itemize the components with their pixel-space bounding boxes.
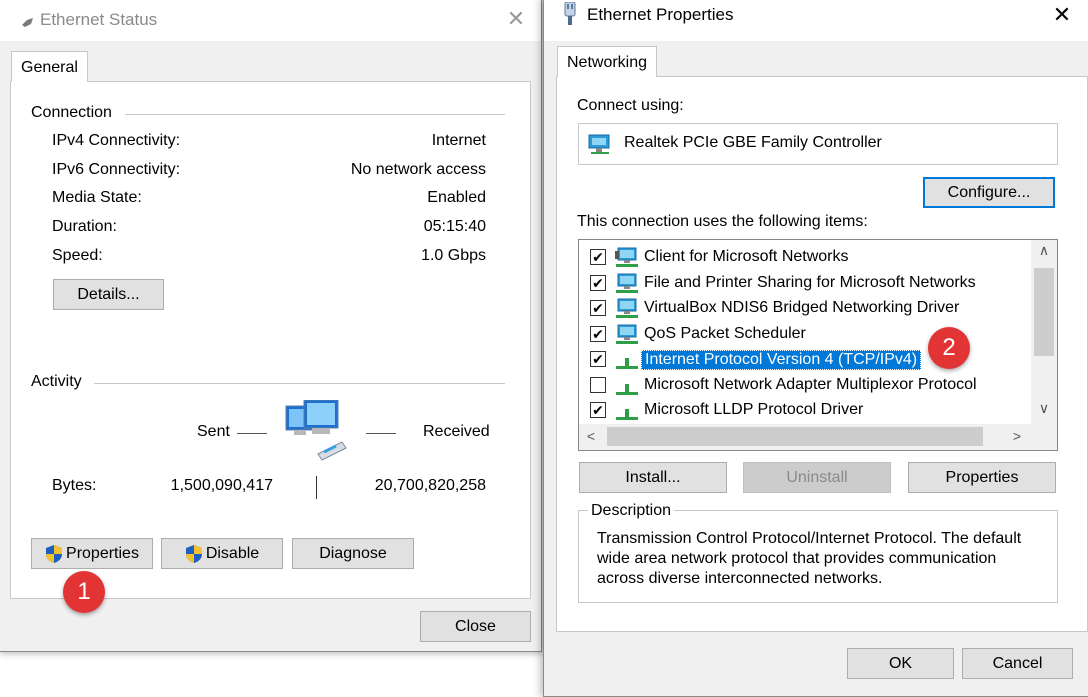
install-button[interactable]: Install...: [579, 462, 727, 493]
cancel-button[interactable]: Cancel: [962, 648, 1073, 679]
item-checkbox[interactable]: ✔: [590, 351, 606, 367]
scroll-thumb[interactable]: [1034, 268, 1054, 356]
item-label: Microsoft LLDP Protocol Driver: [644, 401, 864, 418]
network-service-icon: [616, 324, 638, 344]
description-heading: Description: [588, 502, 675, 520]
window-title: Ethernet Status: [40, 10, 158, 29]
divider: [125, 114, 505, 115]
networking-panel: Connect using: Realtek PCIe GBE Family C…: [556, 76, 1088, 632]
connection-row-label: IPv6 Connectivity:: [52, 160, 181, 178]
connection-row-label: Media State:: [52, 189, 142, 207]
horizontal-scrollbar[interactable]: < >: [579, 424, 1031, 450]
bytes-separator: [316, 476, 317, 499]
adapter-box: Realtek PCIe GBE Family Controller: [578, 123, 1058, 165]
ethernet-properties-window: Ethernet Properties ✕ Networking Connect…: [543, 0, 1088, 697]
properties-button-label: Properties: [66, 544, 139, 562]
list-item[interactable]: ✔ File and Printer Sharing for Microsoft …: [579, 271, 1031, 296]
list-item[interactable]: ✔ Client for Microsoft Networks: [579, 245, 1031, 270]
divider: [94, 383, 505, 384]
protocol-icon: [616, 409, 638, 420]
item-checkbox[interactable]: ✔: [590, 274, 606, 291]
configure-button[interactable]: Configure...: [923, 177, 1055, 208]
title-bar: Ethernet Status ✕: [0, 0, 541, 41]
connection-row-label: Speed:: [52, 246, 103, 264]
title-bar: Ethernet Properties ✕: [544, 0, 1088, 41]
bytes-label: Bytes:: [52, 477, 97, 494]
ethernet-plug-icon: [564, 2, 576, 25]
item-checkbox[interactable]: ✔: [590, 300, 606, 316]
scroll-left-arrow[interactable]: <: [583, 428, 599, 444]
divider: [237, 433, 267, 434]
protocol-icon: [616, 358, 638, 369]
item-label: QoS Packet Scheduler: [644, 324, 806, 342]
bytes-received-value: 20,700,820,258: [374, 477, 486, 494]
network-service-icon: [616, 273, 638, 293]
list-item[interactable]: ✔ VirtualBox NDIS6 Bridged Networking Dri…: [579, 296, 1031, 321]
received-label: Received: [423, 423, 490, 440]
scroll-thumb[interactable]: [607, 427, 983, 446]
items-list[interactable]: ✔ Client for Microsoft Networks ✔ File and …: [578, 239, 1058, 451]
network-computers-icon: [285, 400, 347, 461]
scroll-up-arrow[interactable]: ∧: [1031, 242, 1057, 259]
uninstall-button: Uninstall: [743, 462, 891, 493]
adapter-name: Realtek PCIe GBE Family Controller: [624, 134, 882, 151]
connection-heading: Connection: [31, 104, 112, 121]
connection-row-value: 05:15:40: [423, 218, 486, 236]
item-label: VirtualBox NDIS6 Bridged Networking Driv…: [644, 299, 960, 316]
uac-shield-icon: [46, 544, 63, 563]
properties-button[interactable]: Properties: [31, 538, 153, 569]
item-checkbox[interactable]: ✔: [590, 249, 606, 265]
protocol-icon: [616, 383, 638, 395]
ok-button[interactable]: OK: [847, 648, 954, 679]
step-badge-1: 1: [63, 571, 105, 613]
scroll-down-arrow[interactable]: ∨: [1031, 400, 1057, 417]
item-checkbox[interactable]: [590, 376, 606, 393]
disable-button-label: Disable: [205, 544, 260, 562]
close-button[interactable]: Close: [420, 611, 531, 642]
network-service-icon: [616, 298, 638, 318]
scroll-right-arrow[interactable]: >: [1009, 428, 1025, 444]
item-label: File and Printer Sharing for Microsoft N…: [644, 273, 976, 291]
divider: [366, 433, 396, 434]
details-button[interactable]: Details...: [53, 279, 164, 310]
list-item[interactable]: Microsoft Network Adapter Multiplexor Pr…: [579, 373, 1031, 398]
sent-label: Sent: [197, 423, 230, 440]
item-label: Internet Protocol Version 4 (TCP/IPv4): [641, 350, 922, 370]
description-group: Description Transmission Control Protoco…: [578, 502, 1058, 603]
bytes-sent-value: 1,500,090,417: [170, 477, 273, 494]
item-label: Client for Microsoft Networks: [644, 248, 849, 265]
close-icon[interactable]: ✕: [502, 5, 530, 33]
connection-row-value: 1.0 Gbps: [421, 246, 486, 264]
scroll-corner: [1031, 424, 1057, 450]
close-icon[interactable]: ✕: [1048, 1, 1076, 29]
activity-heading: Activity: [31, 373, 82, 390]
description-text: Transmission Control Protocol/Internet P…: [597, 530, 1022, 587]
connection-row-label: IPv4 Connectivity:: [52, 132, 181, 149]
connection-row-label: Duration:: [52, 218, 117, 236]
connection-row-value: No network access: [350, 160, 486, 178]
tab-general[interactable]: General: [11, 51, 88, 82]
connection-row-value: Enabled: [427, 189, 486, 207]
connection-row-value: Internet: [431, 132, 486, 149]
item-label: Microsoft Network Adapter Multiplexor Pr…: [644, 375, 977, 393]
disable-button[interactable]: Disable: [161, 538, 283, 569]
item-checkbox[interactable]: ✔: [590, 325, 606, 342]
item-properties-button[interactable]: Properties: [908, 462, 1056, 493]
vertical-scrollbar[interactable]: ∧ ∨: [1031, 240, 1057, 424]
ethernet-icon: [22, 18, 33, 27]
tab-networking[interactable]: Networking: [557, 46, 658, 77]
window-title: Ethernet Properties: [587, 5, 734, 24]
general-panel: Connection IPv4 Connectivity: Internet IPv…: [10, 81, 531, 599]
ethernet-status-window: Ethernet Status ✕ General Connection IPv…: [0, 0, 542, 652]
diagnose-button[interactable]: Diagnose: [292, 538, 414, 569]
list-item[interactable]: ✔ Microsoft LLDP Protocol Driver: [579, 398, 1031, 423]
items-label: This connection uses the following items…: [577, 213, 868, 230]
connect-using-label: Connect using:: [577, 97, 684, 114]
network-client-icon: [615, 247, 638, 267]
item-checkbox[interactable]: ✔: [590, 402, 606, 418]
step-badge-2: 2: [928, 327, 970, 369]
uac-shield-icon: [185, 544, 202, 563]
network-adapter-icon: [588, 134, 610, 154]
